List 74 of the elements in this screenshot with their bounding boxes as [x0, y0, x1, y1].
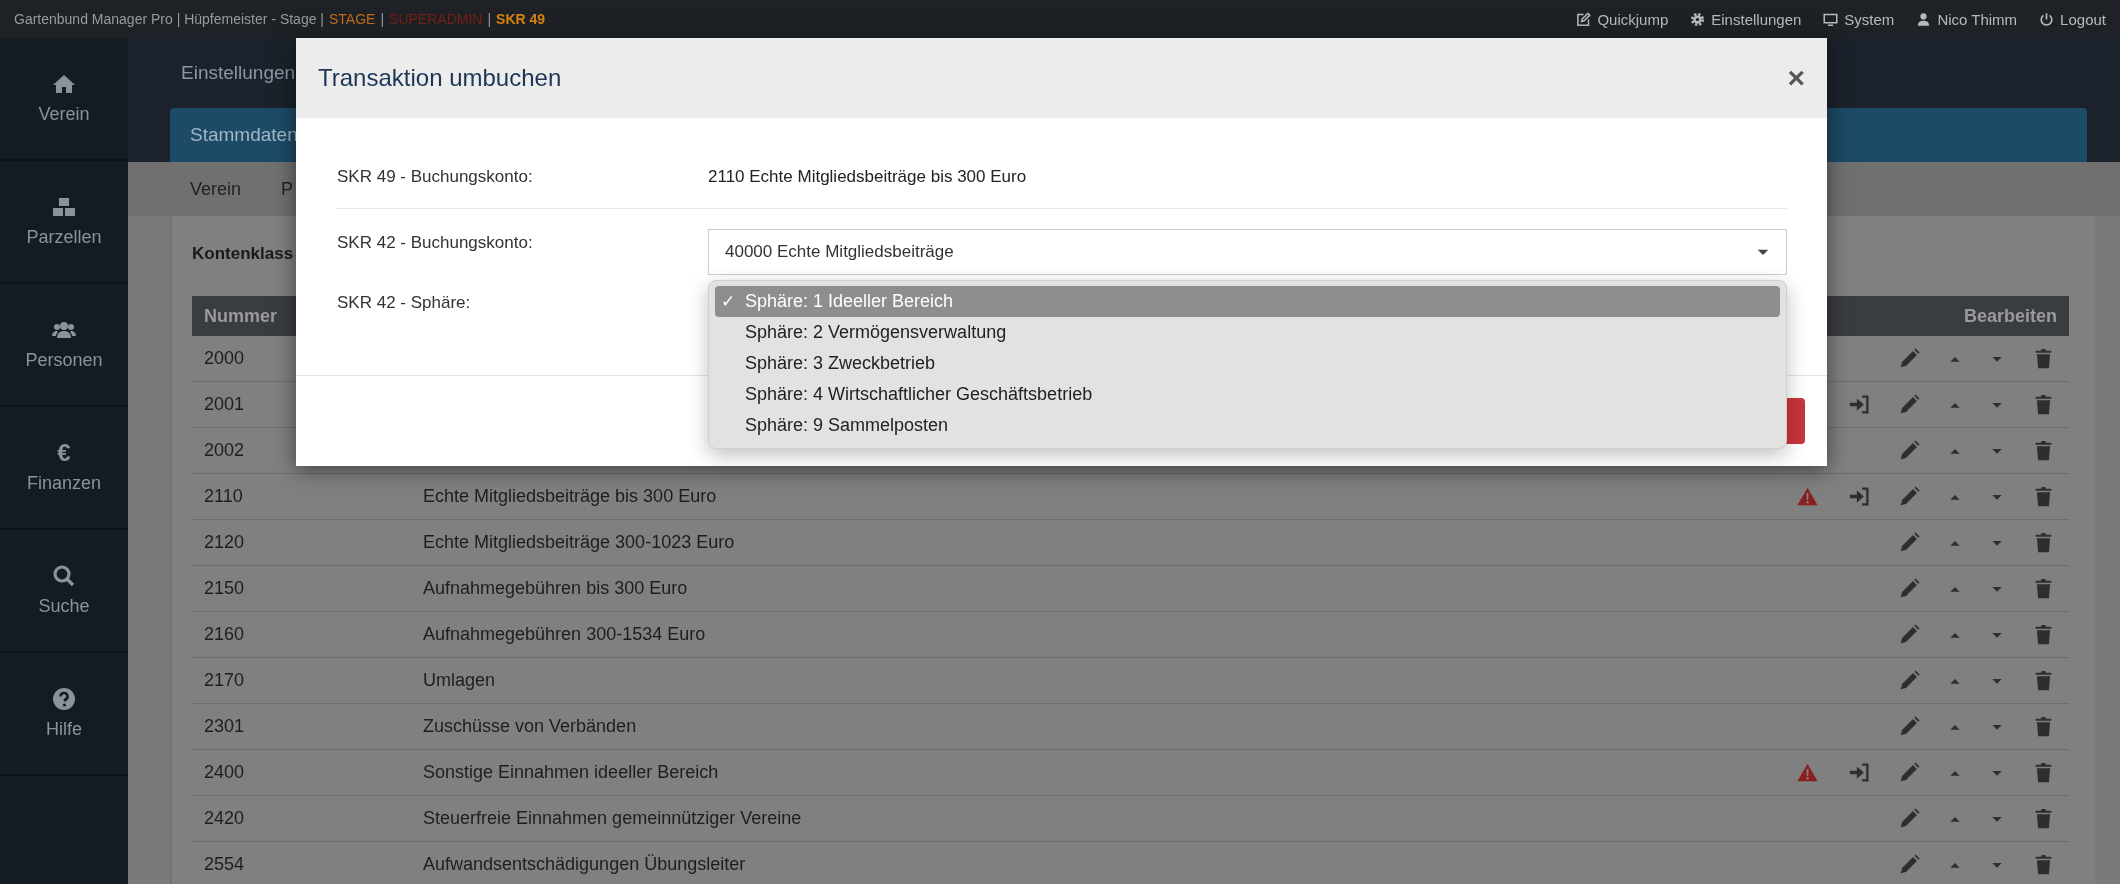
pencil-icon[interactable] [1898, 486, 1920, 507]
dropdown-option[interactable]: Sphäre: 9 Sammelposten [715, 410, 1780, 441]
sub-navigation-link[interactable]: Verein [190, 178, 242, 200]
table-cell: Echte Mitgliedsbeiträge 300-1023 Euro [423, 532, 735, 552]
table-cell-text: 2160 [203, 624, 246, 645]
pencil-icon[interactable] [1898, 578, 1920, 599]
pencil-icon[interactable] [1898, 854, 1920, 875]
select-field[interactable]: 40000 Echte Mitgliedsbeiträge [708, 229, 1787, 275]
card-title: Kontenklass [192, 244, 294, 263]
app-title-text: | [487, 11, 492, 27]
sign-in-icon[interactable] [1848, 762, 1870, 783]
pencil-icon[interactable] [1898, 440, 1920, 461]
close-button[interactable]: × [1783, 61, 1809, 95]
pencil-icon[interactable] [1898, 624, 1920, 645]
pencil-icon[interactable] [1898, 394, 1920, 415]
top-nav-link[interactable]: Quickjump [1576, 10, 1669, 28]
app-title-text: | [380, 11, 385, 27]
table-cell: Aufwandsentschädigungen Übungsleiter [423, 854, 746, 874]
page-title: Einstellungen [181, 62, 296, 84]
settings-icon [1690, 11, 1706, 27]
help-icon [52, 687, 76, 711]
euro-icon: € [57, 441, 71, 465]
field-label: SKR 49 - Buchungskonto: [337, 167, 534, 187]
dropdown-option[interactable]: ✓ Sphäre: 1 Ideeller Bereich [715, 286, 1780, 317]
dropdown-option[interactable]: Sphäre: 2 Vermögensverwaltung [715, 317, 1780, 348]
table-cell-text: 2170 [203, 670, 246, 691]
table-cell-text: 2120 [203, 532, 246, 553]
edit-icon [1576, 11, 1592, 27]
table-cell-text: 2110 [203, 486, 244, 507]
table-cell-text: 2554 [203, 854, 246, 875]
table-cell-text: 2001 [203, 394, 246, 415]
top-nav-link[interactable]: Logout [2039, 10, 2106, 28]
table-cell-text: 2150 [203, 578, 246, 599]
pencil-icon[interactable] [1898, 716, 1920, 737]
field-label: SKR 42 - Buchungskonto: [337, 232, 534, 253]
table-cell: Aufnahmegebühren 300-1534 Euro [423, 624, 706, 644]
table-cell-text: 2000 [203, 348, 246, 369]
pencil-icon[interactable] [1898, 762, 1920, 783]
cubes-icon [52, 195, 76, 219]
app-title-text: SUPERADMIN [389, 11, 483, 27]
column-header: Bearbeiten [1963, 305, 2057, 327]
pencil-icon[interactable] [1898, 348, 1920, 369]
power-icon [2039, 11, 2055, 27]
table-cell: Sonstige Einnahmen ideeller Bereich [423, 762, 719, 782]
table-cell-text: 2400 [203, 762, 246, 783]
dropdown-option[interactable]: Sphäre: 4 Wirtschaftlicher Geschäftsbetrieb [715, 379, 1780, 410]
search-icon [52, 564, 76, 588]
top-nav-link[interactable]: System [1823, 10, 1895, 28]
top-nav-link[interactable]: Einstellungen [1690, 10, 1802, 28]
pencil-icon[interactable] [1898, 532, 1920, 553]
table-cell-text: 2301 [203, 716, 246, 737]
sign-in-icon[interactable] [1848, 486, 1870, 507]
home-icon [52, 72, 76, 96]
user-icon [1916, 11, 1932, 27]
pencil-icon[interactable] [1898, 670, 1920, 691]
table-cell: Aufnahmegebühren bis 300 Euro [423, 578, 688, 598]
table-cell-text: 2002 [203, 440, 246, 461]
table-cell: Echte Mitgliedsbeiträge bis 300 Euro [423, 486, 717, 506]
table-cell: Zuschüsse von Verbänden [423, 716, 637, 736]
dialog-title: Transaktion umbuchen [318, 64, 562, 92]
sign-in-icon[interactable] [1848, 394, 1870, 415]
app-title-text: SKR 49 [496, 11, 546, 27]
table-cell: Steuerfreie Einnahmen gemeinnütziger Vereine [423, 808, 802, 828]
app-title-text: STAGE [329, 11, 376, 27]
pencil-icon[interactable] [1898, 808, 1920, 829]
table-cell-text: 2420 [203, 808, 246, 829]
column-header: Nummer [204, 305, 278, 327]
app-title-text: Gartenbund Manager Pro | Hüpfemeister - Stage | [14, 11, 324, 27]
dropdown-option[interactable]: Sphäre: 3 Zweckbetrieb [715, 348, 1780, 379]
top-nav-link[interactable]: Nico Thimm [1916, 10, 2018, 28]
field-label: SKR 42 - Sphäre: [337, 292, 472, 313]
field-value: 2110 Echte Mitgliedsbeiträge bis 300 Euro [708, 167, 1027, 187]
table-cell: Umlagen [423, 670, 496, 690]
monitor-icon [1823, 11, 1839, 27]
